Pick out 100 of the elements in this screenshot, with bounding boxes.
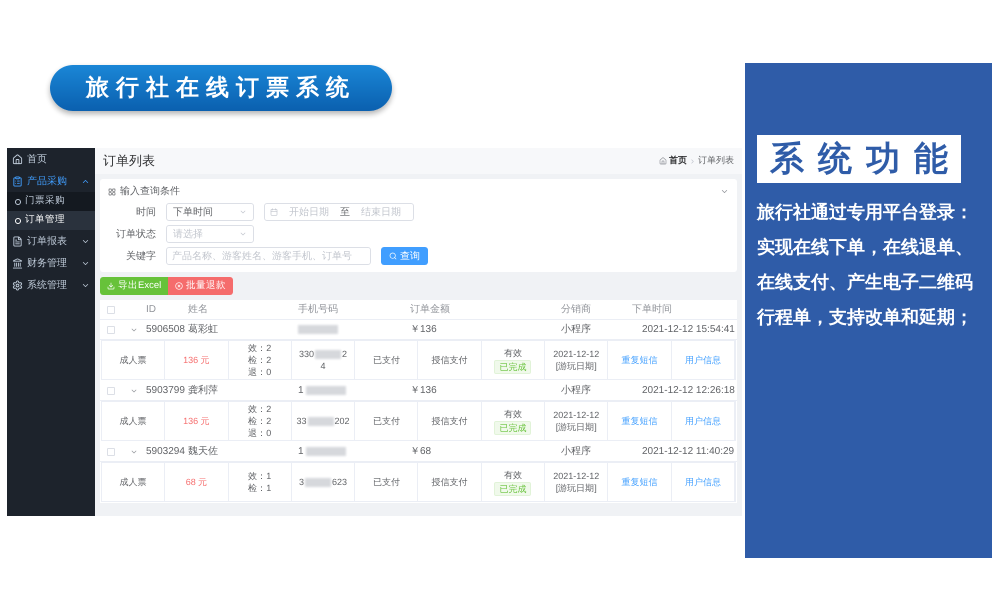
visit-date-note: [游玩日期]	[556, 421, 597, 433]
download-icon	[107, 282, 115, 290]
blurred-text	[305, 478, 332, 486]
checkbox[interactable]	[107, 306, 115, 314]
visit-date: 2021-12-12	[553, 348, 600, 360]
table-cell-text: 魏天佐	[188, 445, 219, 459]
checkbox[interactable]	[107, 386, 115, 394]
feature-description: 旅行社通过专用平台登录：实现在线下单，在线退单、在线支付、产生电子二维码行程单，支持改单和延期；	[757, 201, 974, 329]
caret-icon	[239, 230, 247, 238]
ticket-count: 检：2	[248, 415, 272, 427]
sidebar-item[interactable]: 产品采购	[7, 170, 95, 192]
panel-heading: 系统功能	[757, 135, 961, 183]
blurred-text	[306, 386, 346, 395]
id-number-part: 202	[334, 415, 350, 427]
column-header: 分销商	[560, 302, 592, 317]
chevron-right-icon	[689, 158, 696, 164]
sidebar-item[interactable]: 系统管理	[7, 274, 95, 296]
id-number-part: 3	[299, 476, 304, 488]
ticket-count: 效：2	[248, 342, 272, 354]
ticket-count: 效：2	[248, 403, 272, 415]
blurred-text	[306, 447, 346, 456]
date-range-field[interactable]: 开始日期 至 结束日期	[264, 203, 414, 221]
table-cell-text: 小程序	[560, 384, 592, 398]
menu-icon	[12, 236, 23, 246]
validity-text: 有效	[504, 346, 522, 358]
table-cell-text: ￥68	[410, 445, 432, 459]
ticket-type: 成人票	[120, 415, 147, 427]
payment-method: 授信支付	[432, 415, 468, 427]
payment-method: 授信支付	[432, 476, 468, 488]
dot-icon	[15, 218, 21, 224]
visit-date-note: [游玩日期]	[556, 482, 597, 494]
status-tag: 已完成	[494, 360, 532, 374]
ticket-count: 检：2	[248, 354, 272, 366]
sidebar-item[interactable]: 首页	[7, 148, 95, 170]
column-header: 下单时间	[632, 302, 673, 317]
ticket-price: 136 元	[183, 354, 210, 366]
visit-date-note: [游玩日期]	[556, 360, 597, 372]
dot-icon	[15, 198, 21, 204]
payment-status: 已支付	[372, 415, 400, 427]
time-select[interactable]: 下单时间	[166, 203, 254, 221]
checkbox[interactable]	[107, 448, 115, 456]
sidebar-item[interactable]: 财务管理	[7, 252, 95, 274]
search-icon	[389, 252, 397, 260]
table-cell-text: 小程序	[560, 322, 592, 337]
status-tag: 已完成	[494, 420, 532, 434]
ticket-count: 退：0	[248, 366, 272, 378]
breadcrumb-link[interactable]: 订单列表	[698, 154, 734, 168]
ticket-price: 68 元	[186, 476, 208, 488]
grid-icon	[108, 188, 116, 196]
home-icon	[659, 157, 667, 165]
slide-title: 旅行社在线订票系统	[86, 74, 356, 103]
filter-heading: 输入查询条件	[120, 184, 181, 199]
id-number-part: 623	[332, 476, 348, 488]
collapse-icon[interactable]	[720, 187, 729, 196]
payment-status: 已支付	[372, 354, 400, 366]
id-number-part: 2	[342, 348, 348, 360]
ticket-type: 成人票	[120, 476, 147, 488]
id-number-part: 33	[296, 415, 307, 427]
range-separator: 至	[340, 206, 350, 220]
sidebar-item[interactable]: 订单报表	[7, 230, 95, 252]
menu-icon	[12, 154, 23, 164]
table-cell-text: 5903294	[146, 445, 186, 459]
keyword-field[interactable]: 产品名称、游客姓名、游客手机、订单号	[166, 247, 371, 265]
ticket-type: 成人票	[120, 354, 147, 366]
column-header: 姓名	[188, 303, 209, 317]
column-header: 订单金额	[410, 302, 451, 317]
table-cell-text: 葛彩虹	[188, 322, 219, 337]
id-number-part: 330	[299, 348, 314, 360]
visit-date: 2021-12-12	[553, 409, 600, 421]
status-tag: 已完成	[494, 482, 532, 496]
ticket-price: 136 元	[183, 415, 210, 427]
table-cell-text: 5903799	[146, 384, 186, 398]
validity-text: 有效	[504, 408, 522, 420]
visit-date: 2021-12-12	[553, 470, 600, 482]
submenu-item[interactable]: 订单管理	[7, 211, 95, 230]
table-cell-text: 2021-12-12 11:40:29	[641, 445, 736, 459]
checkbox[interactable]	[107, 326, 115, 334]
blurred-text	[298, 325, 338, 334]
column-header: 手机号码	[298, 302, 339, 317]
table-cell-text: ￥136	[410, 323, 438, 337]
menu-icon	[12, 176, 23, 186]
field-label: 时间	[135, 206, 156, 220]
column-header: ID	[146, 303, 157, 317]
calendar-icon	[270, 208, 278, 216]
table-cell-text: 2021-12-12 15:54:41	[641, 323, 736, 337]
table-cell-text: 龚利萍	[188, 384, 219, 398]
ticket-count: 效：1	[248, 470, 272, 482]
field-label: 订单状态	[115, 228, 156, 242]
page-title: 订单列表	[103, 152, 156, 170]
cancel-icon	[175, 282, 184, 290]
blurred-text	[315, 350, 342, 358]
table-cell-text: 5906508	[146, 323, 186, 337]
breadcrumb-link[interactable]: 首页	[669, 154, 687, 168]
table-cell-text: 1	[298, 384, 304, 398]
caret-icon	[239, 208, 247, 216]
blurred-text	[308, 416, 334, 426]
submenu-item[interactable]: 门票采购	[7, 192, 95, 211]
table-cell-text: ￥136	[410, 384, 438, 398]
ticket-count: 检：1	[248, 482, 272, 494]
table-cell-text: 小程序	[560, 444, 592, 459]
